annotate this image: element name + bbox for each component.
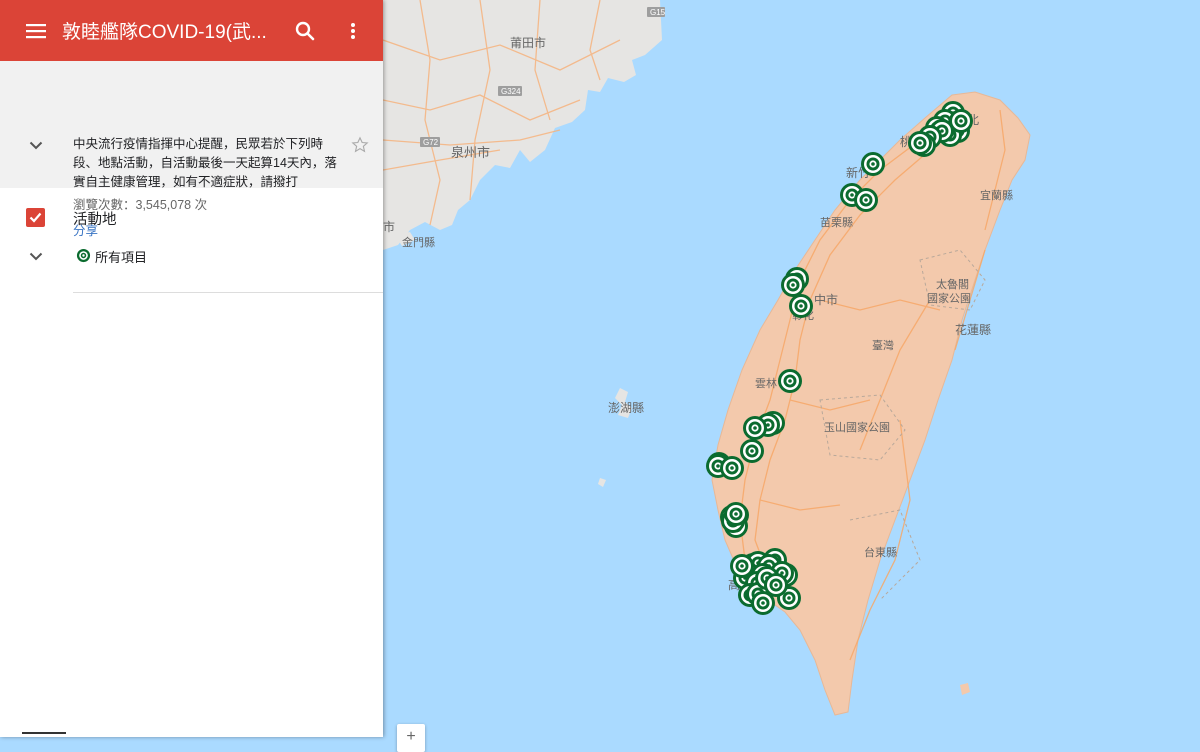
road-shield-label: G72 <box>423 138 439 147</box>
map-label: 花蓮縣 <box>955 322 991 337</box>
more-options-button[interactable] <box>329 7 377 55</box>
layer-row: 活動地 <box>0 200 383 234</box>
map-title[interactable]: 敦睦艦隊COVID-19(武... <box>60 17 281 44</box>
chevron-down-icon <box>29 141 43 149</box>
activity-marker[interactable] <box>854 188 878 212</box>
map-label: 莆田市 <box>510 35 546 50</box>
expand-items-button[interactable] <box>26 246 46 266</box>
map-label: 澎湖縣 <box>608 400 644 415</box>
activity-marker[interactable] <box>789 294 813 318</box>
divider <box>73 292 383 293</box>
layer-name[interactable]: 活動地 <box>73 208 117 229</box>
activity-marker[interactable] <box>949 109 973 133</box>
activity-marker[interactable] <box>740 439 764 463</box>
map-label: 宜蘭縣 <box>980 188 1013 202</box>
map-label: 市 <box>383 219 395 234</box>
menu-icon <box>26 23 46 38</box>
scale-bar <box>22 732 66 734</box>
map-label: 太魯閣 <box>936 277 969 291</box>
activity-marker[interactable] <box>908 131 932 155</box>
map-label: 台東縣 <box>864 545 897 559</box>
map-label: 玉山國家公園 <box>824 420 890 434</box>
activity-marker[interactable] <box>764 573 788 597</box>
search-button[interactable] <box>281 7 329 55</box>
map-label: 苗栗縣 <box>820 216 853 229</box>
chevron-down-icon <box>29 252 43 260</box>
star-button[interactable] <box>351 136 369 159</box>
map-label: 中市 <box>814 292 838 307</box>
search-icon <box>295 21 315 40</box>
activity-marker[interactable] <box>720 456 744 480</box>
map-canvas[interactable]: 莆田市 泉州市 金門縣 澎湖縣 宜蘭縣 苗栗縣 太魯閣 國家公園 花蓮縣 臺灣 … <box>383 0 1200 737</box>
activity-marker[interactable] <box>861 152 885 176</box>
map-description-panel: 中央流行疫情指揮中心提醒，民眾若於下列時段、地點活動，自活動最後一天起算14天內… <box>0 61 383 238</box>
activity-marker[interactable] <box>778 369 802 393</box>
map-label: 雲林 <box>755 376 777 390</box>
layer-items-row[interactable]: 所有項目 <box>0 240 383 270</box>
activity-marker[interactable] <box>743 416 767 440</box>
map-label: 國家公園 <box>927 291 971 305</box>
menu-button[interactable] <box>12 7 60 55</box>
location-marker-icon <box>76 248 91 268</box>
collapse-description-button[interactable] <box>26 135 46 155</box>
sidebar-header: 敦睦艦隊COVID-19(武... <box>0 0 383 61</box>
road-shield-label: G15 <box>650 8 666 17</box>
zoom-in-button[interactable]: + <box>397 724 425 752</box>
map-description-text: 中央流行疫情指揮中心提醒，民眾若於下列時段、地點活動，自活動最後一天起算14天內… <box>73 137 337 189</box>
star-icon <box>351 136 369 153</box>
activity-marker[interactable] <box>724 502 748 526</box>
activity-marker[interactable] <box>781 273 805 297</box>
map-sidebar: 敦睦艦隊COVID-19(武... 中央流行疫情指揮中心提醒，民眾若於下列時段、… <box>0 0 383 737</box>
all-items-label: 所有項目 <box>95 250 148 265</box>
checkmark-icon <box>29 212 42 223</box>
activity-marker[interactable] <box>730 554 754 578</box>
map-label: 泉州市 <box>451 145 490 160</box>
map-label: 臺灣 <box>872 338 894 352</box>
road-shield-label: G324 <box>501 87 521 96</box>
more-vert-icon <box>351 22 355 39</box>
layer-visibility-checkbox[interactable] <box>26 208 45 227</box>
map-label: 金門縣 <box>402 235 435 249</box>
